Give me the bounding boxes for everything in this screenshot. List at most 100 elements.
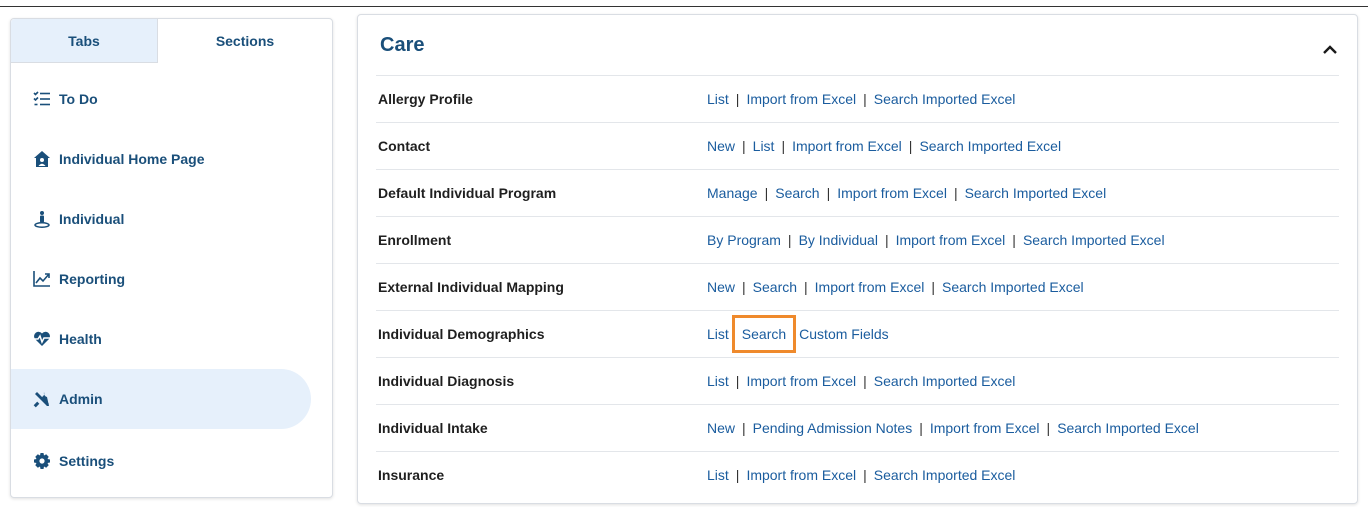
row-link[interactable]: List [707,467,729,483]
row-link[interactable]: Search Imported Excel [942,279,1084,295]
tab-sections[interactable]: Sections [158,19,332,63]
link-separator: | [742,138,746,154]
row-label: External Individual Mapping [378,279,564,295]
row-links: Manage | Search | Import from Excel | Search I… [707,185,1106,201]
row-link[interactable]: Search [753,279,797,295]
link-separator: | [735,373,740,389]
row-link[interactable]: Import from Excel [896,232,1006,248]
row-link[interactable]: Pending Admission Notes [753,420,913,436]
row-link[interactable]: New [707,420,735,436]
row-link[interactable]: List [707,326,729,342]
row-link[interactable]: By Individual [799,232,878,248]
sidebar-item-admin[interactable]: Admin [11,369,311,429]
gear-icon [33,452,51,470]
table-row: Allergy Profile List | Import from Excel | Se… [376,75,1339,122]
row-links: List | Import from Excel | Search Imported E… [707,91,1015,107]
row-label: Default Individual Program [378,185,557,201]
link-separator: | [764,185,769,201]
table-row: Individual Diagnosis List | Import from Exc… [376,357,1339,404]
link-separator: | [863,91,867,107]
row-link[interactable]: Search Imported Excel [874,467,1016,483]
link-separator: | [804,279,808,295]
row-label: Individual Demographics [378,326,545,342]
row-links: List Search Custom Fields [707,315,889,353]
chevron-up-icon [1323,45,1337,54]
row-links: List | Import from Excel | Search Imported E… [707,373,1015,389]
person-pin-icon [33,210,51,228]
table-row: Individual Intake New | Pending Admission N… [376,404,1339,451]
sidebar-item-individual-home-page[interactable]: Individual Home Page [11,129,204,189]
link-separator: | [953,185,958,201]
row-link[interactable]: List [707,373,729,389]
row-links: New | Pending Admission Notes | Import from … [707,420,1199,436]
row-link[interactable]: Manage [707,185,758,201]
row-label: Contact [378,138,431,154]
link-separator: | [781,138,786,154]
link-separator: | [919,420,923,436]
section-title: Care [380,34,425,56]
row-link[interactable]: List [753,138,775,154]
row-link[interactable]: Import from Excel [746,373,856,389]
sidebar-item-label: To Do [59,91,98,107]
sidebar-item-label: Settings [59,453,115,469]
row-link[interactable]: Search [731,315,797,353]
table-row: External Individual Mapping New | Search | Im… [376,263,1339,310]
row-link[interactable]: Import from Excel [930,420,1040,436]
row-label: Insurance [378,467,445,483]
row-link[interactable]: Custom Fields [799,326,888,342]
row-link[interactable]: Import from Excel [746,91,856,107]
row-link[interactable]: Search [775,185,819,201]
row-link[interactable]: New [707,279,735,295]
row-label: Enrollment [378,232,452,248]
top-divider [0,6,1368,7]
section-rows: Allergy Profile List | Import from Excel | Se… [376,75,1339,498]
link-separator: | [908,138,913,154]
row-link[interactable]: Import from Excel [815,279,925,295]
row-label: Individual Diagnosis [378,373,515,389]
row-links: New | List | Import from Excel | Search Import… [707,138,1061,154]
heart-pulse-icon [33,330,51,348]
table-row: Default Individual Program Manage | Search |… [376,169,1339,216]
link-separator: | [787,232,792,248]
row-link[interactable]: Search Imported Excel [919,138,1061,154]
link-separator: | [742,420,746,436]
table-row: Enrollment By Program | By Individual | Impor… [376,216,1339,263]
row-links: List | Import from Excel | Search Imported E… [707,467,1015,483]
row-link[interactable]: Import from Excel [746,467,856,483]
house-user-icon [33,150,51,168]
row-link[interactable]: List [707,91,729,107]
link-separator: | [884,232,889,248]
sidebar-item-individual[interactable]: Individual [11,189,124,249]
table-row: Individual Demographics List Search Custom … [376,310,1339,357]
sidebar-item-label: Individual [59,211,125,227]
link-separator: | [735,467,740,483]
table-row: Insurance List | Import from Excel | Search I… [376,451,1339,498]
row-link[interactable]: New [707,138,735,154]
line-chart-icon [33,270,51,288]
link-separator: | [1012,232,1016,248]
sidebar-item-label: Admin [59,391,103,407]
tab-tabs[interactable]: Tabs [11,19,158,63]
sidebar-item-health[interactable]: Health [11,309,102,369]
row-link[interactable]: Import from Excel [837,185,947,201]
left-nav-panel: Tabs Sections To Do Individual Home Page… [10,18,333,498]
main-panel: Care Allergy Profile List | Import from Exc… [357,14,1358,504]
checklist-icon [33,90,51,108]
row-link[interactable]: Import from Excel [792,138,902,154]
row-link[interactable]: By Program [707,232,781,248]
sidebar-item-reporting[interactable]: Reporting [11,249,125,309]
link-separator: | [863,467,867,483]
link-separator: | [931,279,935,295]
row-link[interactable]: Search Imported Excel [1057,420,1199,436]
sidebar-item-label: Health [59,331,102,347]
row-link[interactable]: Search Imported Excel [1023,232,1165,248]
sidebar-item-settings[interactable]: Settings [11,431,114,491]
row-links: By Program | By Individual | Import from Exc… [707,232,1165,248]
row-link[interactable]: Search Imported Excel [874,91,1016,107]
collapse-button[interactable] [1321,41,1339,59]
sidebar-item-to-do[interactable]: To Do [11,69,98,129]
link-separator: | [863,373,867,389]
row-link[interactable]: Search Imported Excel [874,373,1016,389]
nav-tabs: Tabs Sections [11,19,332,63]
row-link[interactable]: Search Imported Excel [965,185,1107,201]
